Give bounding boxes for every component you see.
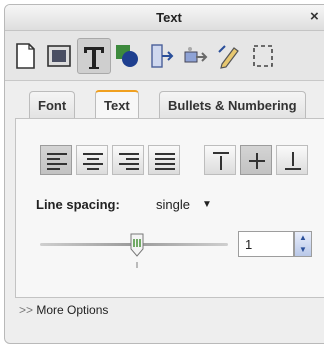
text-inspector-panel: Text × Font Text Bullets & Numbering Lin… bbox=[4, 4, 324, 344]
tab-font[interactable]: Font bbox=[29, 91, 76, 119]
more-options-toggle[interactable]: >> More Options bbox=[19, 303, 108, 317]
align-center-icon bbox=[83, 153, 103, 170]
align-center-button[interactable] bbox=[76, 145, 108, 175]
align-left-button[interactable] bbox=[40, 145, 72, 175]
slide-layout-icon bbox=[47, 45, 71, 67]
hyperlink-inspector-button[interactable] bbox=[213, 38, 247, 74]
title-bar: Text × bbox=[5, 5, 324, 31]
text-icon bbox=[84, 47, 104, 69]
stepper-up-icon[interactable]: ▲ bbox=[295, 232, 311, 244]
align-right-icon bbox=[119, 153, 139, 170]
arrange-icon bbox=[151, 44, 174, 68]
tab-bullets-numbering[interactable]: Bullets & Numbering bbox=[159, 91, 306, 119]
stepper-down-icon[interactable]: ▼ bbox=[295, 244, 311, 256]
build-inspector-button[interactable] bbox=[179, 38, 213, 74]
selection-inspector-button[interactable] bbox=[247, 38, 281, 74]
justify-icon bbox=[155, 153, 175, 170]
chevron-down-icon[interactable]: ▼ bbox=[202, 199, 212, 210]
line-spacing-dropdown[interactable]: single bbox=[156, 197, 190, 212]
align-top-icon bbox=[213, 152, 229, 170]
slide-inspector-button[interactable] bbox=[43, 38, 77, 74]
inspector-toolbar bbox=[5, 31, 324, 81]
line-spacing-field[interactable]: 1 bbox=[238, 231, 294, 257]
text-inspector-button[interactable] bbox=[77, 38, 111, 74]
document-icon bbox=[16, 43, 35, 69]
align-bottom-icon bbox=[285, 152, 301, 170]
pen-icon bbox=[218, 45, 239, 69]
panel-title: Text bbox=[156, 10, 182, 25]
inspector-tabs: Font Text Bullets & Numbering bbox=[5, 81, 324, 120]
line-spacing-stepper[interactable]: ▲ ▼ bbox=[294, 231, 312, 257]
tab-text[interactable]: Text bbox=[95, 90, 139, 120]
align-middle-icon bbox=[249, 153, 265, 169]
document-inspector-button[interactable] bbox=[9, 38, 43, 74]
close-icon[interactable]: × bbox=[310, 8, 319, 25]
line-spacing-label: Line spacing: bbox=[36, 197, 120, 212]
align-top-button[interactable] bbox=[204, 145, 236, 175]
align-right-button[interactable] bbox=[112, 145, 144, 175]
double-chevron-icon: >> bbox=[19, 303, 34, 317]
more-options-label: More Options bbox=[36, 303, 109, 317]
metrics-inspector-button[interactable] bbox=[145, 38, 179, 74]
animation-icon bbox=[184, 47, 208, 63]
align-middle-button[interactable] bbox=[240, 145, 272, 175]
align-left-icon bbox=[47, 153, 67, 170]
slider-tick bbox=[136, 262, 138, 268]
graphic-inspector-button[interactable] bbox=[111, 38, 145, 74]
text-tab-content: Line spacing: single ▼ 1 ▲ ▼ bbox=[15, 118, 324, 298]
justify-button[interactable] bbox=[148, 145, 180, 175]
shapes-icon bbox=[116, 45, 138, 67]
align-bottom-button[interactable] bbox=[276, 145, 308, 175]
selection-icon bbox=[253, 45, 273, 67]
slider-thumb-icon[interactable] bbox=[130, 233, 144, 257]
